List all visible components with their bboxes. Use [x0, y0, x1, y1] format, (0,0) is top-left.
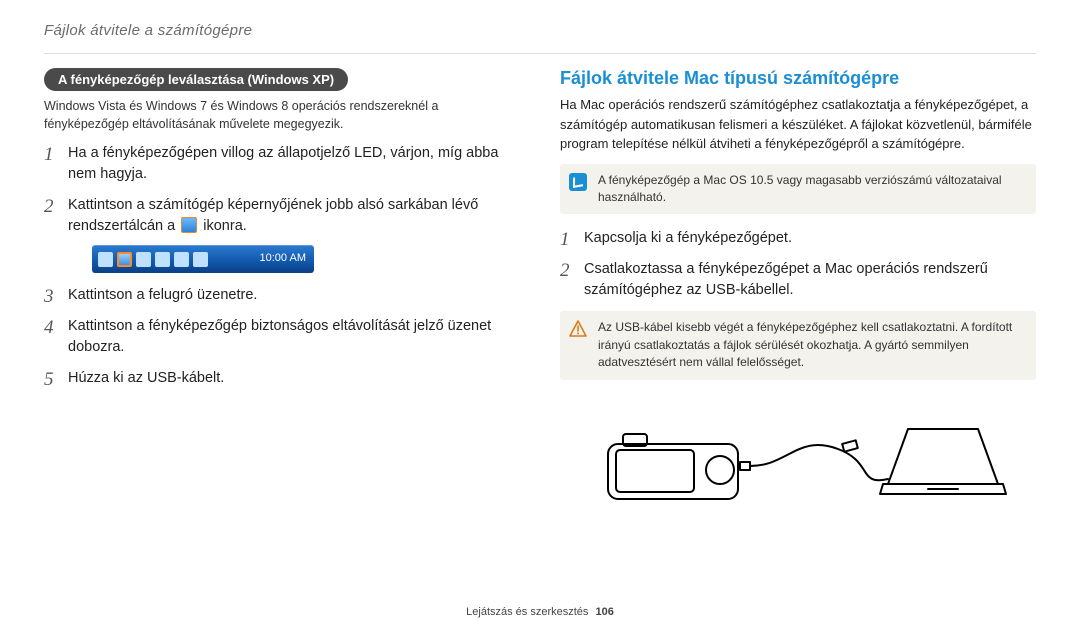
- step-text: Ha a fényképezőgépen villog az állapotje…: [68, 145, 498, 182]
- page-number: 106: [595, 606, 613, 618]
- step-item: 5 Húzza ki az USB-kábelt.: [44, 368, 520, 389]
- step-text: Kattintson a fényképezőgép biztonságos e…: [68, 318, 491, 355]
- step-number: 5: [44, 366, 54, 394]
- step-text: ikonra.: [203, 218, 247, 234]
- header-divider: [44, 53, 1036, 54]
- footer-section: Lejátszás és szerkesztés: [466, 606, 588, 618]
- step-text: Kattintson a felugró üzenetre.: [68, 287, 257, 303]
- section-pill-windows-xp: A fényképezőgép leválasztása (Windows XP…: [44, 68, 348, 91]
- step-text: Húzza ki az USB-kábelt.: [68, 370, 224, 386]
- warning-icon: [569, 320, 587, 338]
- systray-remove-hardware-icon: [117, 252, 132, 267]
- document-page: Fájlok átvitele a számítógépre A fénykép…: [0, 0, 1080, 630]
- note-text: A fényképezőgép a Mac OS 10.5 vagy magas…: [598, 173, 1002, 204]
- warning-note-usb: Az USB-kábel kisebb végét a fényképezőgé…: [560, 311, 1036, 379]
- page-footer: Lejátszás és szerkesztés 106: [0, 606, 1080, 618]
- step-item: 1 Kapcsolja ki a fényképezőgépet.: [560, 228, 1036, 249]
- systray-icon: [155, 252, 170, 267]
- steps-list-mac: 1 Kapcsolja ki a fényképezőgépet. 2 Csat…: [560, 228, 1036, 301]
- right-column: Fájlok átvitele Mac típusú számítógépre …: [560, 68, 1036, 524]
- step-item: 1 Ha a fényképezőgépen villog az állapot…: [44, 143, 520, 185]
- info-note-mac-os-version: A fényképezőgép a Mac OS 10.5 vagy magas…: [560, 164, 1036, 215]
- step-number: 2: [560, 257, 570, 285]
- step-text: Kattintson a számítógép képernyőjének jo…: [68, 197, 478, 234]
- camera-to-laptop-diagram: [560, 394, 1036, 524]
- steps-list-windows: 1 Ha a fényképezőgépen villog az állapot…: [44, 143, 520, 389]
- step-number: 2: [44, 193, 54, 221]
- intro-text-windows: Windows Vista és Windows 7 és Windows 8 …: [44, 97, 520, 133]
- taskbar-clock: 10:00 AM: [260, 251, 308, 267]
- systray-icon: [136, 252, 151, 267]
- step-number: 1: [560, 226, 570, 254]
- step-number: 1: [44, 141, 54, 169]
- two-column-layout: A fényképezőgép leválasztása (Windows XP…: [44, 68, 1036, 524]
- systray-icon: [174, 252, 189, 267]
- systray-remove-hardware-icon: [181, 217, 197, 233]
- systray-icon: [193, 252, 208, 267]
- systray-icon: [98, 252, 113, 267]
- step-text: Csatlakoztassa a fényképezőgépet a Mac o…: [584, 261, 988, 298]
- note-text: Az USB-kábel kisebb végét a fényképezőgé…: [598, 320, 1012, 369]
- step-number: 4: [44, 314, 54, 342]
- step-number: 3: [44, 283, 54, 311]
- left-column: A fényképezőgép leválasztása (Windows XP…: [44, 68, 520, 524]
- page-header: Fájlok átvitele a számítógépre: [44, 22, 1036, 39]
- step-item: 3 Kattintson a felugró üzenetre.: [44, 285, 520, 306]
- info-icon: [569, 173, 587, 191]
- step-item: 4 Kattintson a fényképezőgép biztonságos…: [44, 316, 520, 358]
- windows-taskbar-systray: 10:00 AM: [92, 245, 314, 273]
- step-item: 2 Kattintson a számítógép képernyőjének …: [44, 195, 520, 273]
- intro-text-mac: Ha Mac operációs rendszerű számítógéphez…: [560, 95, 1036, 154]
- step-item: 2 Csatlakoztassa a fényképezőgépet a Mac…: [560, 259, 1036, 301]
- section-title-mac: Fájlok átvitele Mac típusú számítógépre: [560, 68, 1036, 89]
- step-text: Kapcsolja ki a fényképezőgépet.: [584, 230, 792, 246]
